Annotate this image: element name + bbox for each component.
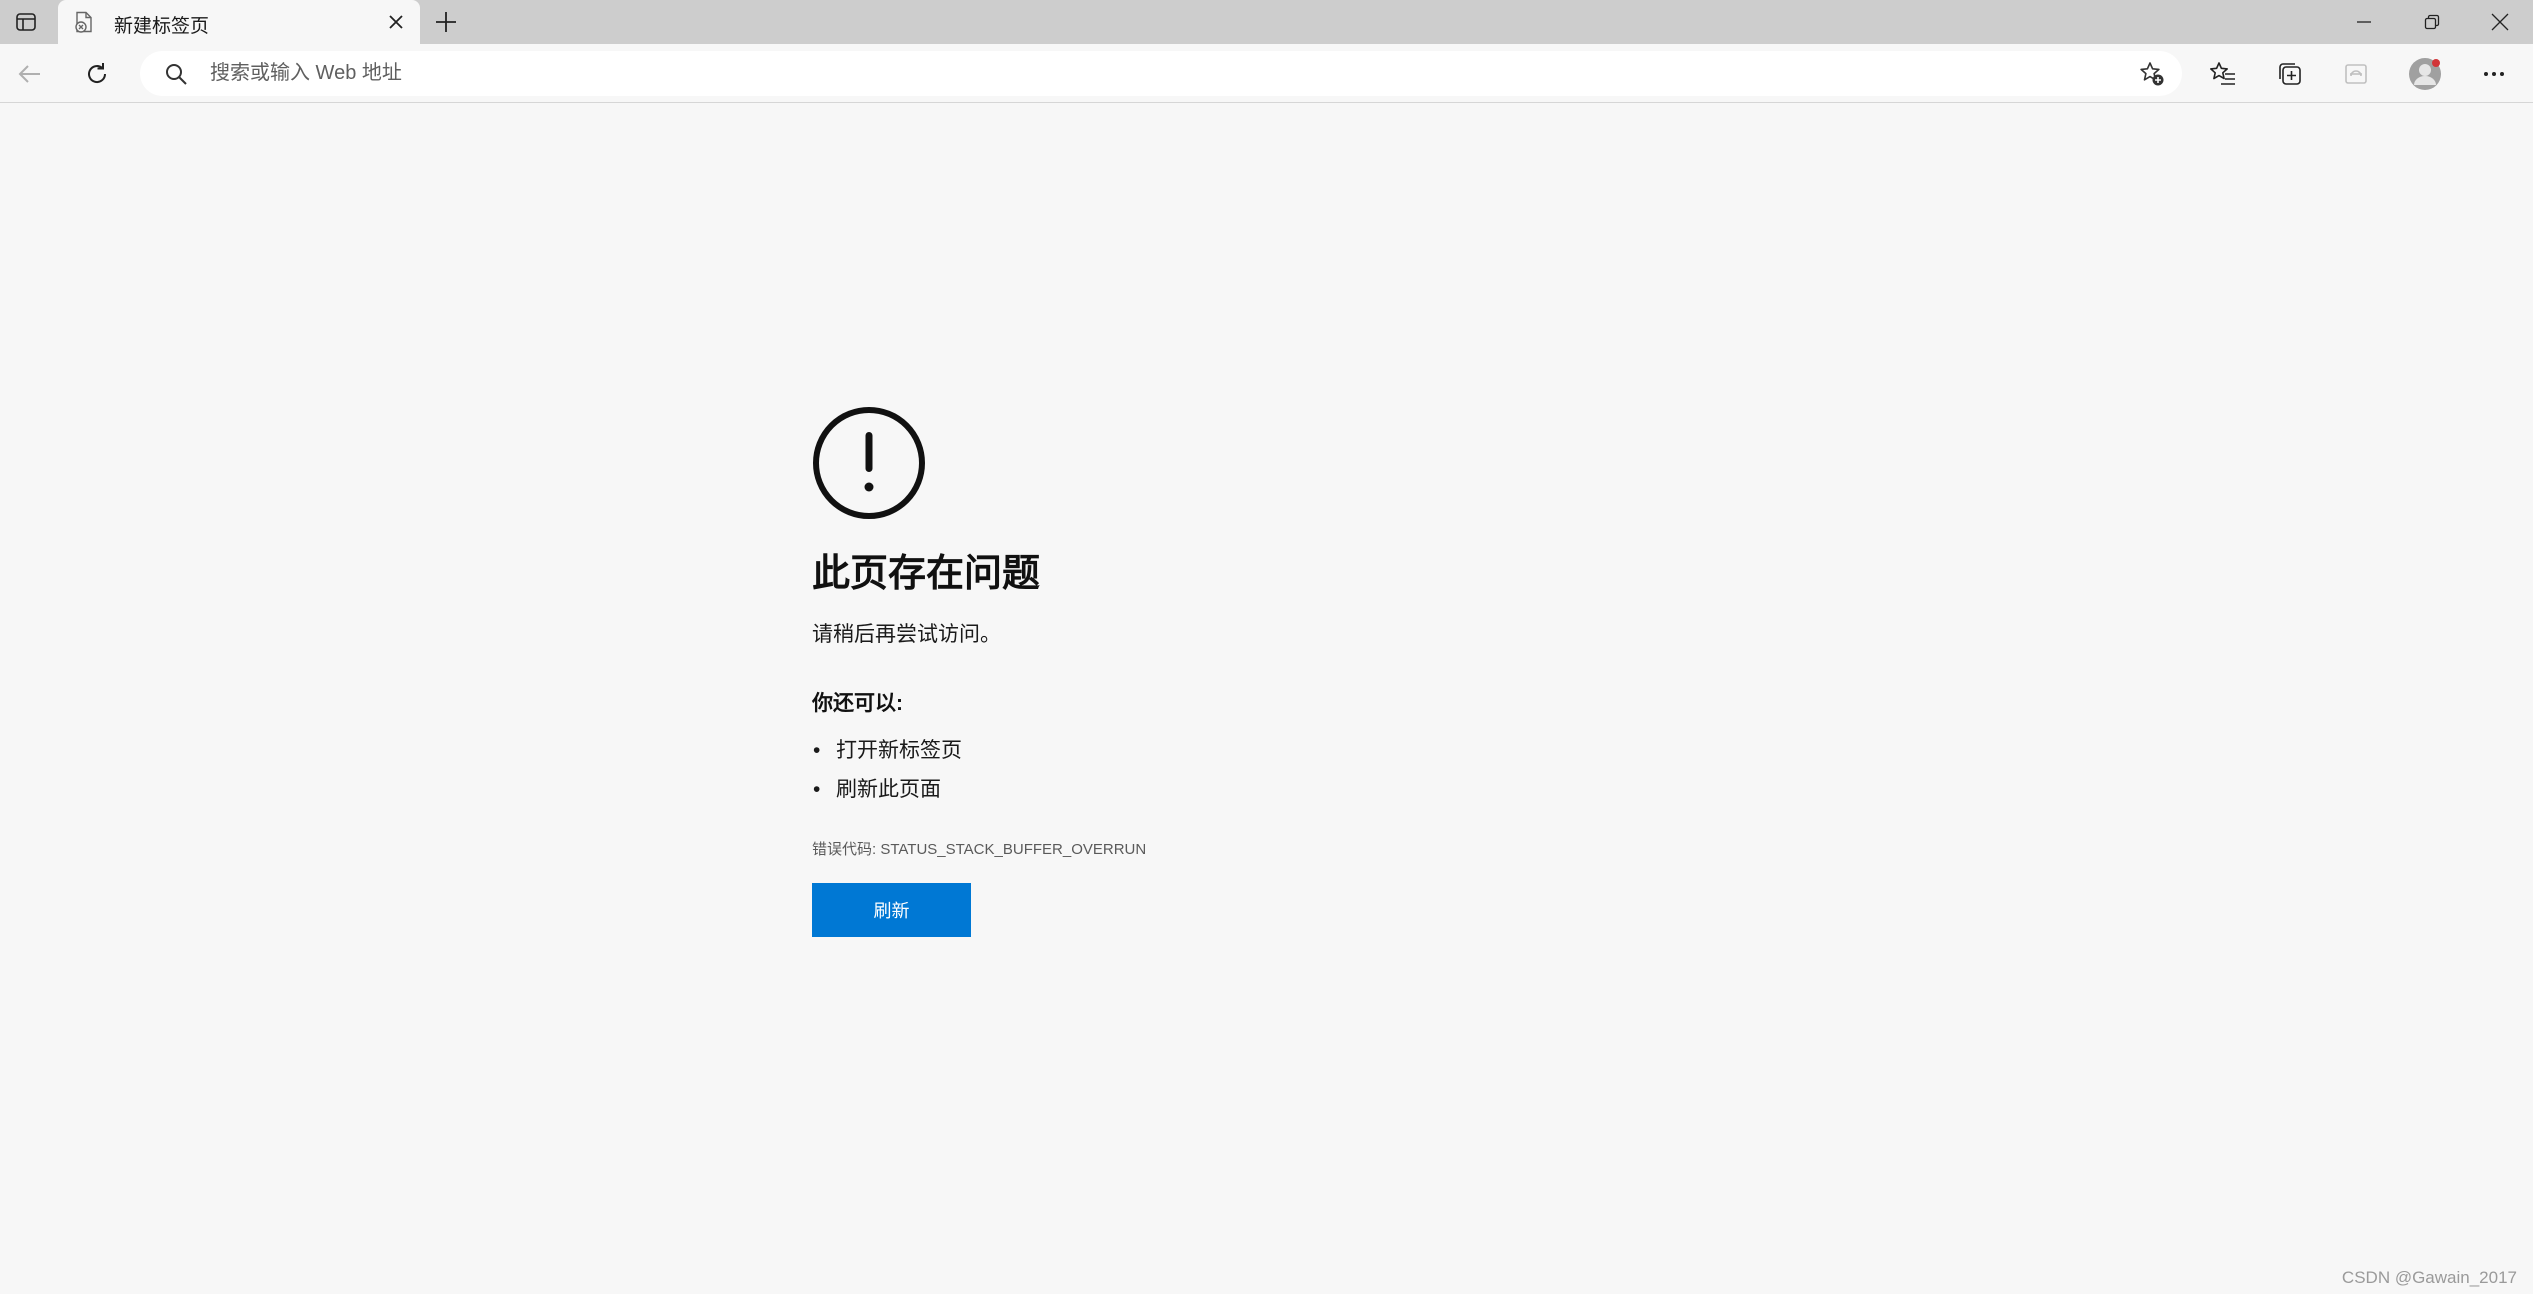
tab-actions-icon — [16, 13, 36, 31]
suggestion-open-new-tab: 打开新标签页 — [836, 739, 962, 762]
minimize-icon — [2357, 21, 2371, 23]
error-title: 此页存在问题 — [812, 553, 1041, 595]
plus-icon — [436, 12, 456, 32]
tab-new-tab[interactable]: 新建标签页 — [58, 0, 420, 44]
error-code: 错误代码: STATUS_STACK_BUFFER_OVERRUN — [812, 841, 1147, 858]
collections-icon — [2279, 63, 2301, 85]
more-button[interactable] — [2474, 54, 2514, 94]
reload-button[interactable] — [77, 54, 117, 94]
tab-error-favicon — [72, 10, 96, 34]
list-item: • 打开新标签页 — [813, 739, 962, 762]
search-icon — [166, 64, 187, 85]
restore-button[interactable] — [2397, 0, 2467, 44]
browser-toolbar — [0, 44, 2533, 103]
ie-mode-icon — [2345, 64, 2367, 84]
error-page: 此页存在问题 请稍后再尝试访问。 你还可以: • 打开新标签页 • 刷新此页面 错误… — [812, 406, 1512, 937]
favorites-icon — [2210, 62, 2235, 85]
suggestion-refresh-page: 刷新此页面 — [836, 778, 941, 801]
exclamation-circle-icon — [813, 407, 925, 519]
tab-actions-button[interactable] — [8, 6, 44, 38]
add-favorite-icon — [2140, 62, 2164, 86]
new-tab-button[interactable] — [428, 4, 464, 40]
window-close-icon — [2491, 13, 2509, 31]
list-item: • 刷新此页面 — [813, 778, 941, 801]
minimize-button[interactable] — [2329, 0, 2399, 44]
ie-mode-button[interactable] — [2336, 54, 2376, 94]
suggestions-heading: 你还可以: — [812, 692, 903, 715]
refresh-button[interactable]: 刷新 — [812, 883, 971, 937]
tab-close-button[interactable] — [382, 8, 410, 36]
error-subtitle: 请稍后再尝试访问。 — [812, 623, 1001, 646]
back-arrow-icon — [18, 65, 40, 83]
add-favorite-button[interactable] — [2136, 58, 2168, 90]
favorites-button[interactable] — [2203, 54, 2243, 94]
notification-badge — [2432, 59, 2440, 67]
refresh-icon — [88, 63, 107, 83]
back-button[interactable] — [10, 54, 50, 94]
more-icon — [2484, 72, 2504, 76]
close-icon — [389, 15, 403, 29]
profile-button[interactable] — [2405, 54, 2445, 94]
suggestions-list: • 打开新标签页 • 刷新此页面 — [812, 731, 1512, 809]
restore-icon — [2424, 14, 2440, 30]
address-bar[interactable] — [140, 51, 2182, 96]
window-close-button[interactable] — [2465, 0, 2533, 44]
watermark: CSDN @Gawain_2017 — [2341, 1268, 2517, 1287]
address-input[interactable] — [210, 57, 2110, 90]
title-bar: 新建标签页 — [0, 0, 2533, 44]
tab-title: 新建标签页 — [114, 16, 210, 37]
collections-button[interactable] — [2270, 54, 2310, 94]
